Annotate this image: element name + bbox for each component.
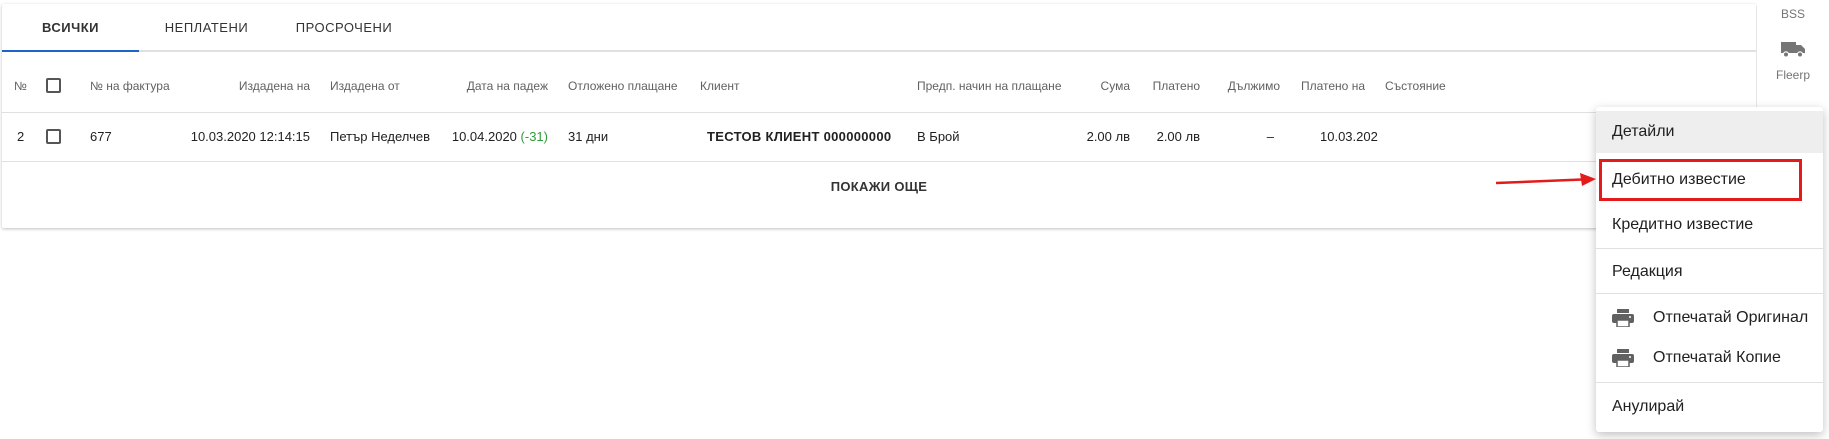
cell-payment-method: В Брой — [917, 129, 960, 144]
table-header: № № на фактура Издадена на Издадена от Д… — [2, 60, 1756, 113]
menu-item-label: Отпечатай Копие — [1653, 349, 1781, 366]
menu-item-label: Редакция — [1612, 263, 1683, 280]
col-due-date[interactable]: Дата на падеж — [442, 60, 548, 112]
invoices-card: ВСИЧКИ НЕПЛАТЕНИ ПРОСРОЧЕНИ № № на факту… — [2, 4, 1756, 228]
col-status[interactable]: Състояние — [1385, 60, 1446, 112]
menu-item-print-copy[interactable]: Отпечатай Копие — [1596, 337, 1823, 379]
menu-item-print-original[interactable]: Отпечатай Оригинал — [1596, 297, 1823, 339]
select-all-checkbox[interactable] — [46, 78, 61, 93]
col-issued-by[interactable]: Издадена от — [330, 60, 400, 112]
tab-unpaid[interactable]: НЕПЛАТЕНИ — [139, 4, 274, 52]
cell-owed: – — [1266, 129, 1274, 144]
col-invoice[interactable]: № на фактура — [90, 60, 170, 112]
cell-paid-on: 10.03.202 — [1320, 129, 1378, 144]
col-payment-method[interactable]: Предп. начин на плащане — [917, 60, 1062, 112]
cell-issued-on: 10.03.2020 12:14:15 — [190, 129, 310, 144]
menu-item-label: Отпечатай Оригинал — [1653, 309, 1809, 326]
cell-deferred: 31 дни — [568, 129, 609, 144]
sidebar-bss-label[interactable]: BSS — [1757, 7, 1829, 21]
printer-icon — [1612, 349, 1634, 367]
cell-issued-by: Петър Неделчев — [330, 129, 430, 144]
cell-paid: 2.00 лв — [1156, 129, 1200, 144]
context-menu: Детайли Дебитно известие Кредитно извест… — [1596, 107, 1823, 432]
menu-item-cancel[interactable]: Анулирай — [1596, 386, 1823, 428]
col-amount[interactable]: Сума — [1078, 60, 1130, 112]
show-more-button[interactable]: ПОКАЖИ ОЩЕ — [2, 162, 1756, 212]
due-delta: (-31) — [520, 129, 548, 144]
menu-divider — [1596, 293, 1823, 294]
col-owed[interactable]: Дължимо — [1210, 60, 1280, 112]
annotation-highlight-box — [1599, 159, 1802, 201]
col-num: № — [14, 79, 27, 93]
menu-item-details[interactable]: Детайли — [1596, 111, 1823, 153]
annotation-arrow-icon — [1496, 173, 1596, 186]
row-checkbox[interactable] — [46, 129, 61, 144]
sidebar-fleet-label[interactable]: Fleerp — [1757, 68, 1829, 82]
menu-item-label: Кредитно известие — [1612, 216, 1754, 233]
tab-overdue[interactable]: ПРОСРОЧЕНИ — [274, 4, 414, 52]
menu-item-label: Анулирай — [1612, 398, 1685, 415]
col-issued-on[interactable]: Издадена на — [202, 60, 310, 112]
table-row[interactable]: 2 677 10.03.2020 12:14:15 Петър Неделчев… — [2, 113, 1756, 162]
menu-divider — [1596, 382, 1823, 383]
col-client[interactable]: Клиент — [700, 60, 740, 112]
printer-icon — [1612, 309, 1634, 327]
cell-due-date: 10.04.2020 (-31) — [422, 113, 548, 161]
menu-divider — [1596, 248, 1823, 249]
due-date-value: 10.04.2020 — [451, 129, 517, 144]
menu-item-credit-note[interactable]: Кредитно известие — [1596, 204, 1823, 246]
menu-item-edit[interactable]: Редакция — [1596, 251, 1823, 293]
col-paid-on[interactable]: Платено на — [1290, 60, 1365, 112]
cell-client[interactable]: ТЕСТОВ КЛИЕНТ 000000000 — [707, 113, 891, 161]
cell-invoice: 677 — [90, 129, 112, 144]
truck-icon[interactable] — [1781, 40, 1805, 58]
col-deferred[interactable]: Отложено плащане — [568, 60, 678, 112]
col-paid[interactable]: Платено — [1140, 60, 1200, 112]
cell-num: 2 — [17, 129, 25, 144]
menu-item-label: Детайли — [1612, 123, 1675, 140]
tab-bar: ВСИЧКИ НЕПЛАТЕНИ ПРОСРОЧЕНИ — [2, 4, 1756, 52]
cell-amount: 2.00 лв — [1086, 129, 1130, 144]
tab-all[interactable]: ВСИЧКИ — [2, 4, 139, 52]
